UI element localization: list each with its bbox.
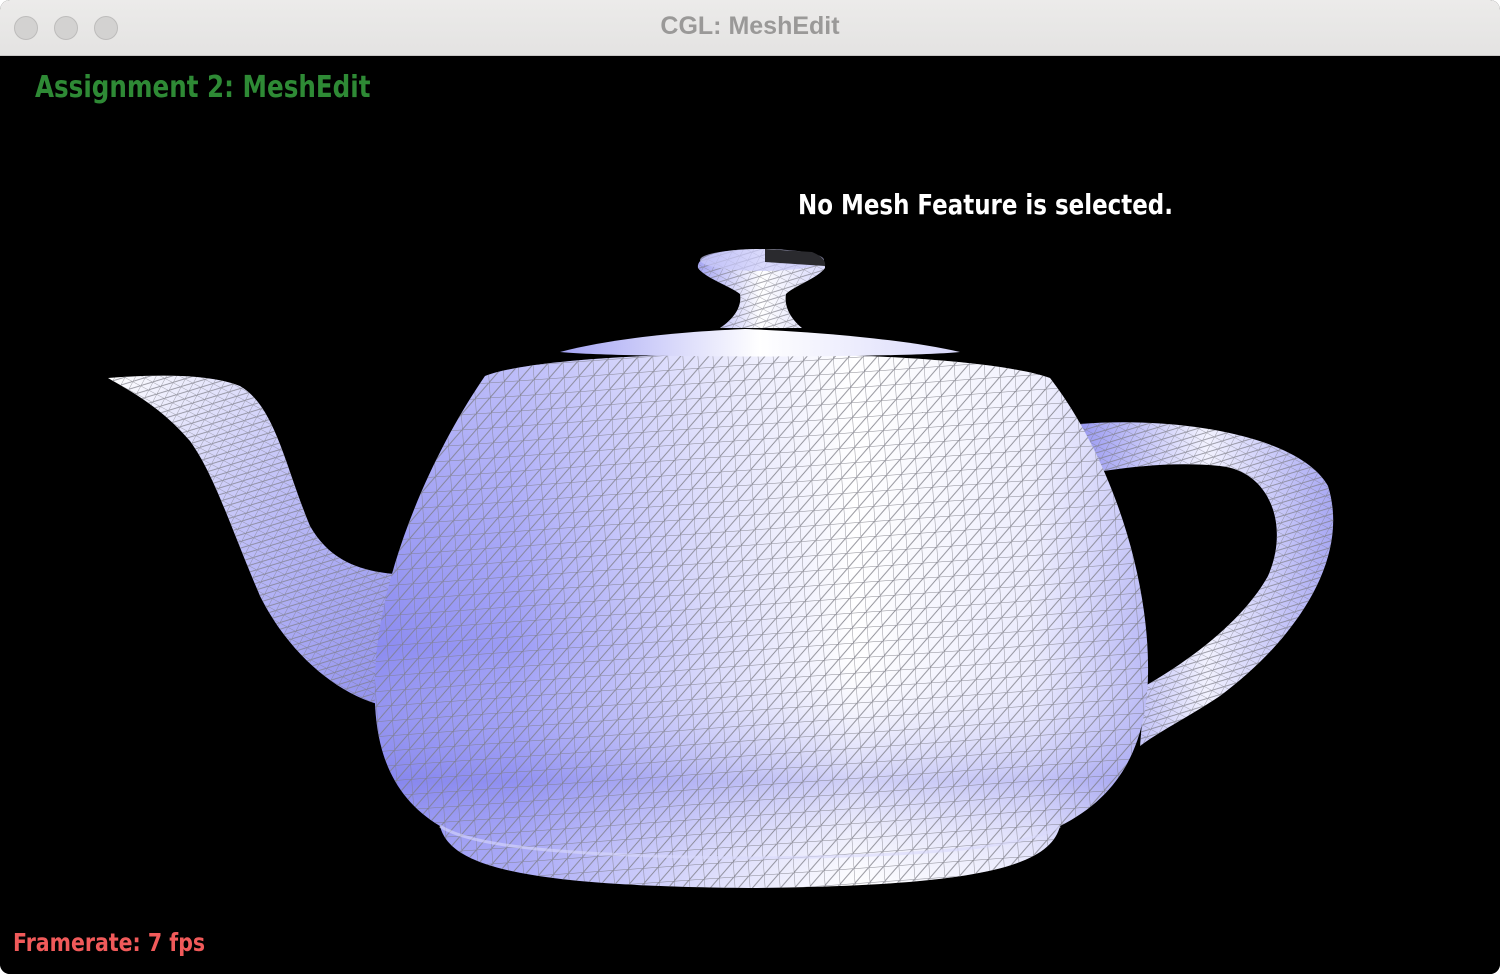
window-title: CGL: MeshEdit <box>660 12 840 40</box>
hud-title: Assignment 2: MeshEdit <box>35 70 371 105</box>
title-bar[interactable]: CGL: MeshEdit <box>0 0 1500 56</box>
teapot-spout <box>108 375 395 706</box>
selection-status-message: No Mesh Feature is selected. <box>798 188 1173 221</box>
app-window: CGL: MeshEdit Assignment 2: MeshEdit No … <box>0 0 1500 974</box>
teapot-lid <box>560 249 960 357</box>
teapot-mesh[interactable] <box>0 56 1500 974</box>
framerate-readout: Framerate: 7 fps <box>13 928 206 957</box>
gl-viewport[interactable]: Assignment 2: MeshEdit No Mesh Feature i… <box>0 56 1500 974</box>
teapot-body <box>374 353 1149 888</box>
